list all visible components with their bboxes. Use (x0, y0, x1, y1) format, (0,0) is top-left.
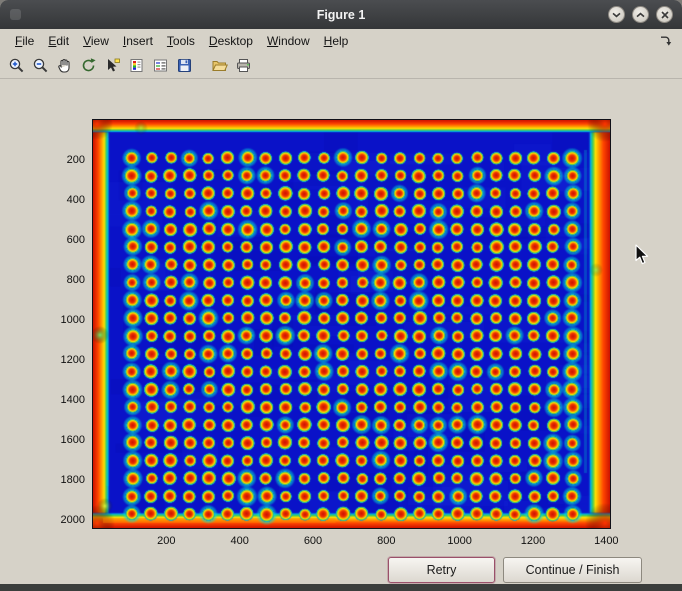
menu-item-tools[interactable]: Tools (160, 32, 202, 50)
menu-item-insert[interactable]: Insert (116, 32, 160, 50)
y-tick-label: 1200 (45, 354, 85, 366)
save-figure-icon (176, 57, 193, 74)
window-menu-icon[interactable] (10, 9, 21, 20)
y-tick-label: 400 (45, 194, 85, 206)
menu-overflow-arrow-icon[interactable] (659, 34, 674, 47)
zoom-in-button[interactable] (5, 55, 27, 76)
y-tick-label: 600 (45, 234, 85, 246)
insert-colorbar-icon (128, 57, 145, 74)
y-tick-label: 800 (45, 274, 85, 286)
y-tick-label: 1000 (45, 314, 85, 326)
figure-toolbar (0, 52, 682, 79)
menu-items: FileEditViewInsertToolsDesktopWindowHelp (8, 32, 355, 50)
insert-legend-button[interactable] (149, 55, 171, 76)
menu-item-view[interactable]: View (76, 32, 116, 50)
pan-icon (56, 57, 73, 74)
menu-item-edit[interactable]: Edit (41, 32, 76, 50)
data-cursor-button[interactable] (101, 55, 123, 76)
minimize-button[interactable] (608, 6, 625, 23)
menu-item-help[interactable]: Help (317, 32, 356, 50)
data-cursor-icon (104, 57, 121, 74)
window-controls (608, 6, 673, 23)
x-tick-label: 1400 (590, 535, 622, 547)
x-tick-label: 1000 (444, 535, 476, 547)
rotate-3d-button[interactable] (77, 55, 99, 76)
open-file-icon (211, 57, 228, 74)
save-figure-button[interactable] (173, 55, 195, 76)
y-tick-label: 200 (45, 154, 85, 166)
plot-canvas[interactable] (92, 119, 611, 529)
menu-bar: FileEditViewInsertToolsDesktopWindowHelp (0, 29, 682, 52)
y-tick-label: 1800 (45, 474, 85, 486)
menu-item-file[interactable]: File (8, 32, 41, 50)
insert-colorbar-button[interactable] (125, 55, 147, 76)
zoom-out-icon (32, 57, 49, 74)
x-tick-label: 600 (297, 535, 329, 547)
x-tick-label: 200 (150, 535, 182, 547)
y-tick-label: 2000 (45, 514, 85, 526)
open-file-button[interactable] (208, 55, 230, 76)
zoom-in-icon (8, 57, 25, 74)
close-button[interactable] (656, 6, 673, 23)
zoom-out-button[interactable] (29, 55, 51, 76)
close-x-icon (661, 11, 669, 19)
window-title: Figure 1 (0, 8, 682, 22)
x-tick-label: 400 (224, 535, 256, 547)
y-tick-label: 1600 (45, 434, 85, 446)
window-bottom-edge (0, 584, 682, 591)
insert-legend-icon (152, 57, 169, 74)
title-bar[interactable]: Figure 1 (0, 0, 682, 29)
print-figure-button[interactable] (232, 55, 254, 76)
pan-button[interactable] (53, 55, 75, 76)
x-tick-label: 800 (370, 535, 402, 547)
maximize-button[interactable] (632, 6, 649, 23)
y-tick-label: 1400 (45, 394, 85, 406)
rotate-3d-icon (80, 57, 97, 74)
chevron-down-icon (612, 12, 621, 18)
continue-finish-button[interactable]: Continue / Finish (503, 557, 642, 583)
menu-item-window[interactable]: Window (260, 32, 317, 50)
menu-item-desktop[interactable]: Desktop (202, 32, 260, 50)
x-tick-label: 1200 (517, 535, 549, 547)
retry-button[interactable]: Retry (388, 557, 495, 583)
chevron-up-icon (636, 12, 645, 18)
print-figure-icon (235, 57, 252, 74)
figure-window: Figure 1 FileEditViewInsertToolsDesktopW… (0, 0, 682, 591)
toolbar-separator (197, 55, 206, 76)
